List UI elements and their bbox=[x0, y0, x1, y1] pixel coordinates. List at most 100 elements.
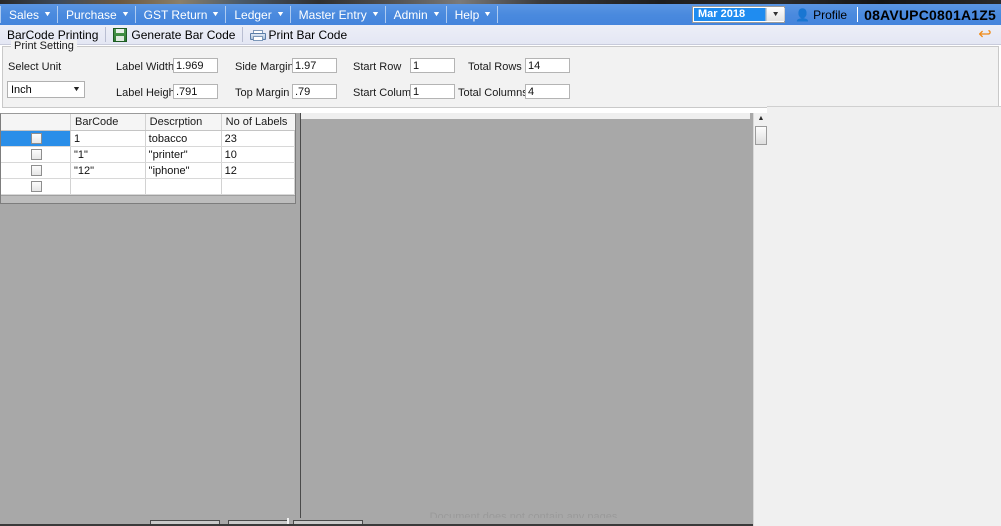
menu-item-admin[interactable]: Admin ▼ bbox=[386, 4, 446, 25]
period-selector[interactable]: Mar 2018 ▼ bbox=[692, 6, 786, 23]
start-row-input[interactable]: 1 bbox=[410, 58, 455, 73]
chevron-down-icon: ▼ bbox=[431, 11, 441, 18]
start-column-input[interactable]: 1 bbox=[410, 84, 455, 99]
profile-label: Profile bbox=[813, 7, 848, 22]
total-rows-input[interactable]: 14 bbox=[525, 58, 570, 73]
label-width-label: Label Width bbox=[116, 61, 175, 73]
menu-divider bbox=[857, 7, 859, 22]
select-unit-value: Inch bbox=[11, 83, 32, 96]
row-checkbox[interactable] bbox=[31, 149, 43, 161]
chevron-down-icon: ▼ bbox=[275, 11, 285, 18]
row-checkbox[interactable] bbox=[31, 181, 43, 193]
print-bar-code-label: Print Bar Code bbox=[268, 27, 348, 42]
table-row[interactable]: "12" "iphone" 12 bbox=[1, 162, 296, 179]
cell-no-of-labels[interactable] bbox=[221, 178, 296, 195]
undo-arrow-icon[interactable]: ↩ bbox=[977, 26, 993, 42]
print-setting-group: Print Setting Select Unit Inch ▼ Label W… bbox=[2, 40, 999, 108]
scrollbar-thumb[interactable] bbox=[755, 126, 767, 145]
menu-item-gst-return[interactable]: GST Return ▼ bbox=[136, 4, 226, 25]
row-checkbox-cell[interactable] bbox=[1, 146, 71, 163]
barcode-tool-strip: BarCode Printing Generate Bar Code Print… bbox=[0, 25, 1001, 45]
row-checkbox[interactable] bbox=[31, 165, 43, 177]
menu-item-purchase[interactable]: Purchase ▼ bbox=[58, 4, 135, 25]
cell-description[interactable] bbox=[145, 178, 222, 195]
menu-item-master-entry[interactable]: Master Entry ▼ bbox=[291, 4, 385, 25]
row-checkbox-cell[interactable] bbox=[1, 162, 71, 179]
menu-bar-right-cluster: Mar 2018 ▼ 👤 Profile 08AVUPC0801A1Z5 bbox=[692, 4, 1001, 25]
table-header-row: BarCode Descrption No of Labels bbox=[1, 114, 295, 131]
menu-item-label: Sales bbox=[9, 7, 40, 22]
chevron-down-icon[interactable]: ▼ bbox=[765, 8, 785, 21]
menu-item-label: Purchase bbox=[65, 7, 117, 22]
preview-left-fill bbox=[0, 203, 297, 526]
menu-item-ledger[interactable]: Ledger ▼ bbox=[226, 4, 289, 25]
menu-item-help[interactable]: Help ▼ bbox=[447, 4, 498, 25]
menu-item-label: Help bbox=[454, 7, 480, 22]
cell-barcode[interactable]: 1 bbox=[70, 130, 146, 147]
chevron-down-icon: ▼ bbox=[211, 11, 221, 18]
menu-divider bbox=[497, 6, 499, 23]
column-header-description[interactable]: Descrption bbox=[145, 114, 222, 131]
scroll-up-arrow-icon[interactable]: ▲ bbox=[754, 113, 768, 124]
menu-item-sales[interactable]: Sales ▼ bbox=[1, 4, 57, 25]
cell-description[interactable]: "printer" bbox=[145, 146, 222, 163]
main-menu-bar: Sales ▼ Purchase ▼ GST Return ▼ Ledger ▼… bbox=[0, 4, 1001, 25]
select-unit-label: Select Unit bbox=[8, 61, 62, 73]
table-row[interactable] bbox=[1, 178, 296, 195]
cell-description[interactable]: "iphone" bbox=[145, 162, 222, 179]
barcode-table: BarCode Descrption No of Labels 1 tobacc… bbox=[1, 114, 296, 195]
row-checkbox-cell[interactable] bbox=[1, 130, 71, 147]
menu-item-label: GST Return bbox=[143, 7, 208, 22]
row-checkbox[interactable] bbox=[31, 133, 43, 145]
table-row[interactable]: "1" "printer" 10 bbox=[1, 146, 296, 163]
print-bar-code-button[interactable]: Print Bar Code bbox=[243, 25, 354, 44]
column-header-barcode[interactable]: BarCode bbox=[70, 114, 146, 131]
side-margin-label: Side Margin bbox=[235, 61, 294, 73]
user-icon: 👤 bbox=[795, 7, 811, 22]
chevron-down-icon: ▼ bbox=[72, 86, 82, 93]
generate-bar-code-label: Generate Bar Code bbox=[131, 27, 236, 42]
preview-splitter[interactable] bbox=[297, 113, 301, 526]
label-height-label: Label Height bbox=[116, 87, 178, 99]
cell-barcode[interactable]: "1" bbox=[70, 146, 146, 163]
total-columns-label: Total Columns bbox=[458, 87, 528, 99]
preview-page-canvas[interactable] bbox=[300, 119, 753, 526]
label-width-input[interactable]: 1.969 bbox=[173, 58, 218, 73]
profile-button[interactable]: 👤 Profile bbox=[791, 8, 851, 22]
save-disk-icon bbox=[113, 27, 128, 42]
cell-no-of-labels[interactable]: 23 bbox=[221, 130, 296, 147]
column-header-no-of-labels[interactable]: No of Labels bbox=[221, 114, 295, 131]
grid-bottom-strip bbox=[1, 195, 295, 203]
row-checkbox-cell[interactable] bbox=[1, 178, 71, 195]
period-value: Mar 2018 bbox=[694, 8, 768, 21]
select-unit-dropdown[interactable]: Inch ▼ bbox=[7, 81, 85, 98]
menu-item-label: Admin bbox=[393, 7, 428, 22]
menu-item-label: Master Entry bbox=[298, 7, 367, 22]
total-columns-input[interactable]: 4 bbox=[525, 84, 570, 99]
menu-item-label: Ledger bbox=[234, 7, 272, 22]
chevron-down-icon: ▼ bbox=[370, 11, 380, 18]
total-rows-label: Total Rows bbox=[468, 61, 522, 73]
cell-barcode[interactable]: "12" bbox=[70, 162, 146, 179]
barcode-data-grid[interactable]: BarCode Descrption No of Labels 1 tobacc… bbox=[0, 113, 296, 204]
label-height-input[interactable]: .791 bbox=[173, 84, 218, 99]
start-row-label: Start Row bbox=[353, 61, 402, 73]
cell-description[interactable]: tobacco bbox=[145, 130, 222, 147]
preview-vertical-scrollbar[interactable]: ▲ bbox=[753, 113, 768, 526]
top-margin-input[interactable]: .79 bbox=[292, 84, 337, 99]
printer-icon bbox=[250, 29, 267, 41]
chevron-down-icon: ▼ bbox=[120, 11, 130, 18]
side-margin-input[interactable]: 1.97 bbox=[292, 58, 337, 73]
generate-bar-code-button[interactable]: Generate Bar Code bbox=[106, 25, 242, 44]
top-margin-label: Top Margin bbox=[235, 87, 290, 99]
print-setting-legend: Print Setting bbox=[11, 40, 77, 52]
start-column-label: Start Column bbox=[353, 87, 418, 99]
right-side-panel bbox=[767, 107, 1001, 526]
table-row[interactable]: 1 tobacco 23 bbox=[1, 130, 296, 147]
cell-barcode[interactable] bbox=[70, 178, 146, 195]
cell-no-of-labels[interactable]: 12 bbox=[221, 162, 296, 179]
chevron-down-icon: ▼ bbox=[483, 11, 493, 18]
column-header-select[interactable] bbox=[1, 114, 71, 131]
cell-no-of-labels[interactable]: 10 bbox=[221, 146, 296, 163]
preview-bottom-toolbar bbox=[0, 518, 753, 526]
